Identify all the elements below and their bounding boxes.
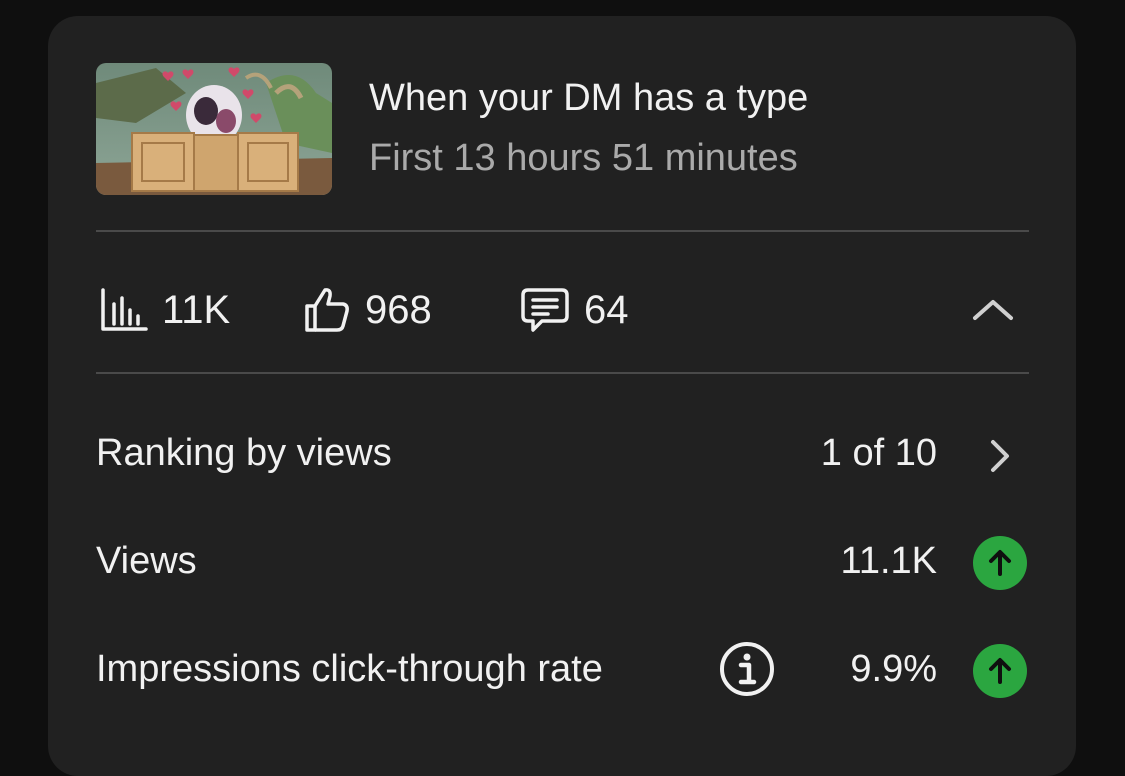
bar-chart-icon <box>101 288 148 331</box>
views-count: 11K <box>162 287 231 332</box>
metric-label: Views <box>96 540 197 582</box>
metric-value: 9.9% <box>850 648 937 690</box>
arrow-up-icon <box>989 550 1011 576</box>
ctr-metric-row: Impressions click-through rate 9.9% <box>96 640 1029 700</box>
comments-stat: 64 <box>520 282 629 338</box>
views-metric-row: Views 11.1K <box>96 532 1029 592</box>
metric-label: Impressions click-through rate <box>96 648 603 690</box>
trend-up-badge <box>973 644 1027 698</box>
arrow-up-icon <box>989 658 1011 684</box>
likes-stat: 968 <box>303 282 432 338</box>
metric-value: 11.1K <box>840 540 937 582</box>
divider <box>96 230 1029 232</box>
ranking-row[interactable]: Ranking by views 1 of 10 <box>96 424 1029 484</box>
metric-label: Ranking by views <box>96 432 392 474</box>
video-analytics-card: When your DM has a type First 13 hours 5… <box>48 16 1076 776</box>
comment-icon <box>521 288 569 332</box>
video-title[interactable]: When your DM has a type <box>369 77 808 120</box>
views-stat: 11K <box>100 282 230 338</box>
collapse-button[interactable] <box>971 290 1015 330</box>
trend-up-badge <box>973 536 1027 590</box>
info-icon[interactable] <box>718 640 776 698</box>
video-header[interactable]: When your DM has a type First 13 hours 5… <box>96 63 1031 197</box>
thumbs-up-icon <box>305 288 349 332</box>
comments-count: 64 <box>584 287 629 332</box>
stats-row: 11K 968 64 <box>96 282 1029 338</box>
divider <box>96 372 1029 374</box>
chevron-up-icon <box>973 300 1013 320</box>
video-thumbnail[interactable] <box>96 63 332 195</box>
metric-value: 1 of 10 <box>820 432 937 474</box>
thumbnail-image <box>96 63 332 195</box>
likes-count: 968 <box>365 287 432 332</box>
chevron-right-icon <box>985 436 1015 476</box>
video-period: First 13 hours 51 minutes <box>369 137 798 179</box>
